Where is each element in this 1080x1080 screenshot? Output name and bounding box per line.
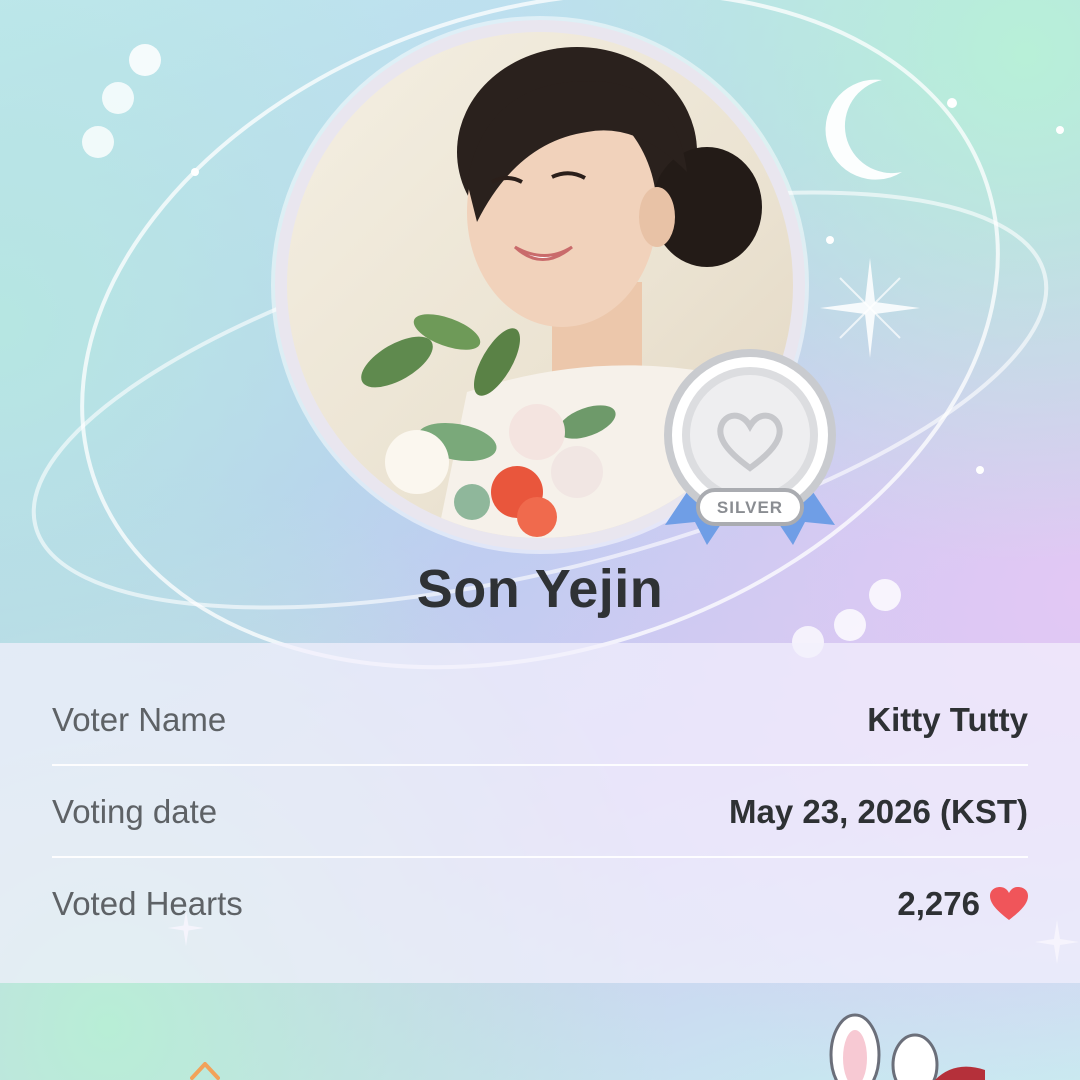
voted-hearts-label: Voted Hearts (52, 885, 243, 922)
voted-hearts-value: 2,276 (897, 885, 980, 922)
heart-icon (990, 887, 1028, 920)
voter-name-row: Voter Name Kitty Tutty (52, 674, 1028, 766)
voted-hearts-row: Voted Hearts 2,276 (52, 858, 1028, 950)
voter-name-value: Kitty Tutty (867, 701, 1028, 738)
sparkle-icon (190, 1062, 220, 1080)
voting-date-row: Voting date May 23, 2026 (KST) (52, 766, 1028, 858)
artist-name: Son Yejin (416, 559, 664, 619)
voted-hearts-value-wrap: 2,276 (897, 885, 1028, 923)
bunny-icon (829, 1013, 985, 1080)
voting-date-value: May 23, 2026 (KST) (729, 793, 1028, 830)
voting-date-label: Voting date (52, 793, 218, 830)
silver-medal-icon (664, 349, 836, 545)
voter-name-label: Voter Name (52, 701, 227, 738)
medal-label: SILVER (716, 498, 784, 517)
crescent-moon-icon (825, 79, 902, 180)
